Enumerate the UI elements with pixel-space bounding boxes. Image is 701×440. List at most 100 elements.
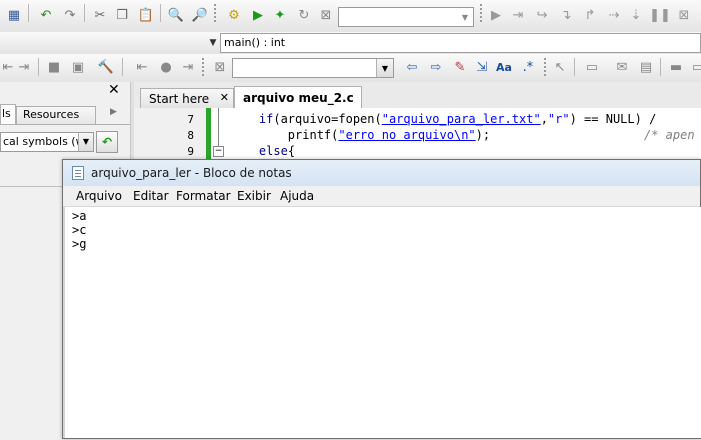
scope-combo[interactable]: main() : int xyxy=(220,33,701,53)
select-pointer-icon[interactable]: ↖ xyxy=(552,60,568,76)
toolbar-row-1: ▦ ↶ ↷ ✂ ❐ 📋 🔍 🔎 ⚙ ▶ ✦ ↻ ⊠ ▼ ▶ ⇥ ↪ ↴ ↱ ⇢ … xyxy=(0,0,701,33)
code-editor[interactable]: 7 8 9 − if(arquivo=fopen("arquivo_para_l… xyxy=(134,108,701,160)
build-gear-icon[interactable]: ⚙ xyxy=(226,8,242,24)
function-combo-arrow[interactable]: ▼ xyxy=(206,36,220,50)
message-shape-icon[interactable]: ✉ xyxy=(614,60,630,76)
menu-exibir[interactable]: Exibir xyxy=(237,189,271,203)
bookmark-dot-icon[interactable]: ● xyxy=(158,60,174,76)
chevron-down-icon[interactable]: ▼ xyxy=(376,59,393,77)
toolbar-separator xyxy=(660,58,661,76)
find-icon[interactable]: 🔍 xyxy=(168,8,184,24)
tab-start-here-label: Start here xyxy=(149,91,210,106)
step-instruction-icon[interactable]: ⇣ xyxy=(628,8,644,24)
undo-icon[interactable]: ↶ xyxy=(38,8,54,24)
match-case-icon[interactable]: Aa xyxy=(496,60,512,76)
line-number-gutter xyxy=(134,108,206,160)
toolbar-grip xyxy=(214,4,220,22)
replace-icon[interactable]: 🔎 xyxy=(192,8,208,24)
save-all-icon[interactable]: ▦ xyxy=(6,8,22,24)
cut-icon[interactable]: ✂ xyxy=(92,8,108,24)
tool-icon[interactable]: 🔨 xyxy=(98,60,114,76)
redo-icon[interactable]: ↷ xyxy=(62,8,78,24)
chevron-down-icon[interactable]: ▼ xyxy=(457,8,473,26)
keyword-if: if xyxy=(258,112,274,126)
tab-resources-label: Resources xyxy=(23,108,80,121)
code-comment: /* apen xyxy=(644,128,695,142)
highlight-icon[interactable]: ✎ xyxy=(452,60,468,76)
toolbar-separator xyxy=(160,4,161,22)
run-to-cursor-icon[interactable]: ⇥ xyxy=(510,8,526,24)
string-filename: "arquivo_para_ler.txt" xyxy=(381,112,541,126)
run-icon[interactable]: ▶ xyxy=(250,8,266,24)
tab-scroll-right-icon[interactable]: ▶ xyxy=(110,107,117,117)
tab-resources[interactable]: Resources xyxy=(16,106,96,124)
toolbar-separator xyxy=(574,58,575,76)
panel-shape-icon[interactable]: ▬ xyxy=(668,60,684,76)
menu-formatar[interactable]: Formatar xyxy=(176,189,231,203)
line-number: 8 xyxy=(187,129,194,142)
notepad-text-area[interactable]: >a >c >g xyxy=(63,207,701,438)
rebuild-icon[interactable]: ↻ xyxy=(296,8,312,24)
tab-symbols[interactable]: ls xyxy=(0,104,16,124)
jump-forward-icon[interactable]: ⇥ xyxy=(16,60,32,76)
string-mode: "r" xyxy=(547,112,570,126)
code-line-8: printf("erro no arquivo\n"); xyxy=(287,128,491,142)
copy-icon[interactable]: ❐ xyxy=(114,8,130,24)
jump-back-icon[interactable]: ⇤ xyxy=(0,60,16,76)
block-icon[interactable]: ■ xyxy=(46,60,62,76)
notepad-line: >g xyxy=(72,237,87,251)
toolbar-separator xyxy=(38,58,39,76)
notepad-window[interactable]: arquivo_para_ler - Bloco de notas Arquiv… xyxy=(62,159,701,439)
abort-icon[interactable]: ⊠ xyxy=(318,8,334,24)
refresh-symbols-button[interactable]: ↶ xyxy=(96,131,118,153)
next-bookmark-icon[interactable]: ⇥ xyxy=(180,60,196,76)
step-into-icon[interactable]: ↴ xyxy=(558,8,574,24)
keyword-else: else xyxy=(258,144,288,158)
paste-icon[interactable]: 📋 xyxy=(138,8,154,24)
rect-shape-icon[interactable]: ▭ xyxy=(584,60,600,76)
regex-icon[interactable]: .* xyxy=(520,60,536,76)
menu-ajuda[interactable]: Ajuda xyxy=(280,189,314,203)
fold-toggle-icon[interactable]: − xyxy=(213,146,224,157)
tab-start-here[interactable]: Start here ✕ xyxy=(140,88,234,108)
tab-arquivo-meu-2[interactable]: arquivo meu_2.c xyxy=(234,86,362,109)
toolbar-row-2: ▼ main() : int xyxy=(0,32,701,55)
next-instruction-icon[interactable]: ⇢ xyxy=(606,8,622,24)
build-target-combo[interactable]: ▼ xyxy=(338,7,474,27)
toolbar-grip xyxy=(480,4,486,22)
panel-alt-icon[interactable]: ▭ xyxy=(690,60,701,76)
build-and-run-icon[interactable]: ✦ xyxy=(272,8,288,24)
search-combo[interactable]: ▼ xyxy=(232,58,394,78)
toolbar-separator xyxy=(122,58,123,76)
notepad-titlebar[interactable]: arquivo_para_ler - Bloco de notas xyxy=(63,160,700,187)
clear-search-icon[interactable]: ⊠ xyxy=(212,60,228,76)
line-number: 9 xyxy=(187,145,194,158)
string-error-message: "erro no arquivo\n" xyxy=(338,128,476,142)
selected-text-icon[interactable]: ⇲ xyxy=(474,60,490,76)
menu-arquivo[interactable]: Arquivo xyxy=(76,189,122,203)
menu-editar[interactable]: Editar xyxy=(133,189,169,203)
code-line-9: else{ xyxy=(258,144,296,158)
scope-value: main() : int xyxy=(224,36,286,49)
prev-bookmark-icon[interactable]: ⇤ xyxy=(134,60,150,76)
symbols-tree[interactable] xyxy=(0,180,62,187)
stop-icon[interactable]: ⊠ xyxy=(676,8,692,24)
fold-line xyxy=(218,108,219,148)
chevron-down-icon[interactable]: ▼ xyxy=(78,133,93,151)
close-tab-icon[interactable]: ✕ xyxy=(220,91,229,104)
search-next-icon[interactable]: ⇨ xyxy=(428,60,444,76)
fold-margin: − xyxy=(211,108,225,160)
next-line-icon[interactable]: ↪ xyxy=(534,8,550,24)
pause-icon[interactable]: ❚❚ xyxy=(649,8,671,24)
close-panel-icon[interactable]: ✕ xyxy=(108,82,120,98)
block-alt-icon[interactable]: ▣ xyxy=(70,60,86,76)
notepad-menubar: Arquivo Editar Formatar Exibir Ajuda xyxy=(63,186,700,207)
toolbar-grip xyxy=(544,58,550,76)
doc-shape-icon[interactable]: ▤ xyxy=(638,60,654,76)
debug-run-icon[interactable]: ▶ xyxy=(488,8,504,24)
tab-symbols-label: ls xyxy=(2,107,11,120)
symbols-filter-combo[interactable]: cal symbols (wor ▼ xyxy=(0,132,94,152)
step-out-icon[interactable]: ↱ xyxy=(582,8,598,24)
toolbar-row-3: ⇤ ⇥ ■ ▣ 🔨 ⇤ ● ⇥ ⊠ ▼ ⇦ ⇨ ✎ ⇲ Aa .* ↖ ▭ ✉ … xyxy=(0,54,701,83)
search-prev-icon[interactable]: ⇦ xyxy=(404,60,420,76)
